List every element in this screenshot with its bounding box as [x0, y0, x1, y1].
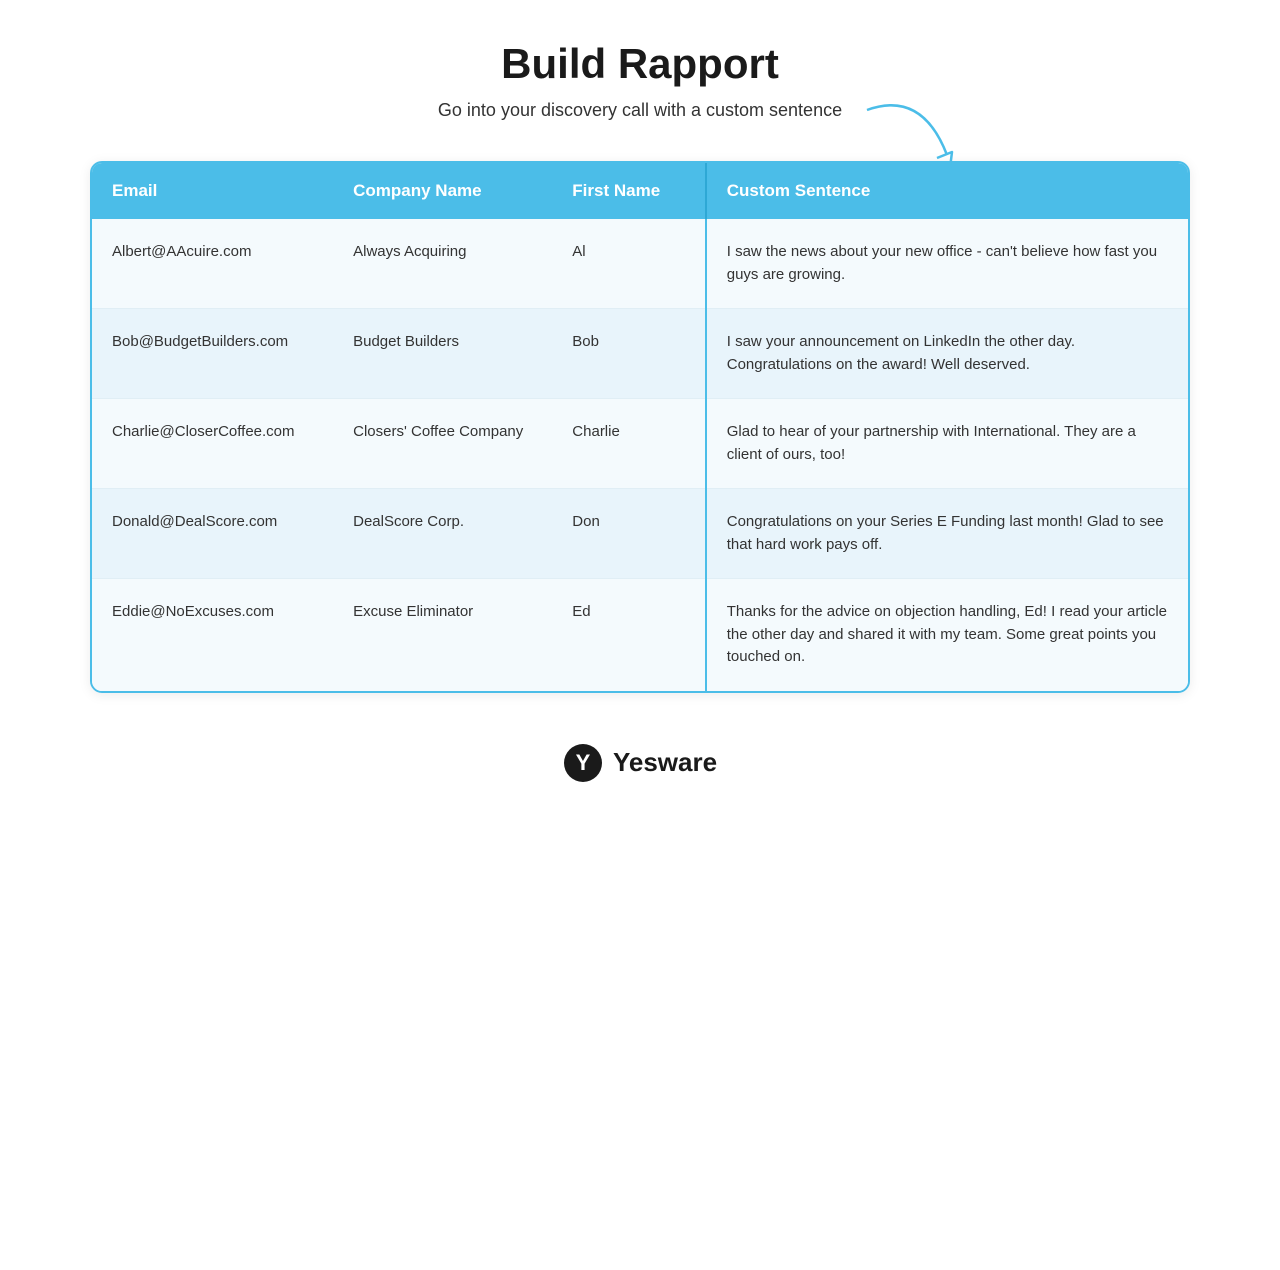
cell-firstname-2: Charlie: [552, 399, 705, 489]
cell-email-0: Albert@AAcuire.com: [92, 219, 333, 309]
data-table-container: Email Company Name First Name Custom Sen…: [90, 161, 1190, 693]
table-header-row: Email Company Name First Name Custom Sen…: [92, 163, 1188, 219]
page-wrapper: Build Rapport Go into your discovery cal…: [90, 40, 1190, 783]
cell-sentence-4: Thanks for the advice on objection handl…: [706, 579, 1188, 691]
cell-firstname-0: Al: [552, 219, 705, 309]
table-row: Eddie@NoExcuses.comExcuse EliminatorEdTh…: [92, 579, 1188, 691]
table-body: Albert@AAcuire.comAlways AcquiringAlI sa…: [92, 219, 1188, 691]
subtitle-text: Go into your discovery call with a custo…: [438, 100, 842, 121]
cell-firstname-4: Ed: [552, 579, 705, 691]
arrow-decoration: [862, 100, 962, 170]
header-company: Company Name: [333, 163, 552, 219]
svg-text:Y: Y: [576, 750, 591, 775]
table-row: Albert@AAcuire.comAlways AcquiringAlI sa…: [92, 219, 1188, 309]
table-row: Charlie@CloserCoffee.comClosers' Coffee …: [92, 399, 1188, 489]
header-email: Email: [92, 163, 333, 219]
subtitle-row: Go into your discovery call with a custo…: [438, 100, 842, 121]
header-firstname: First Name: [552, 163, 705, 219]
cell-email-3: Donald@DealScore.com: [92, 489, 333, 579]
logo-text: Yesware: [613, 747, 717, 778]
cell-company-0: Always Acquiring: [333, 219, 552, 309]
rapport-table: Email Company Name First Name Custom Sen…: [92, 163, 1188, 691]
cell-sentence-3: Congratulations on your Series E Funding…: [706, 489, 1188, 579]
cell-sentence-0: I saw the news about your new office - c…: [706, 219, 1188, 309]
cell-email-2: Charlie@CloserCoffee.com: [92, 399, 333, 489]
table-row: Donald@DealScore.comDealScore Corp.DonCo…: [92, 489, 1188, 579]
cell-email-1: Bob@BudgetBuilders.com: [92, 309, 333, 399]
cell-company-2: Closers' Coffee Company: [333, 399, 552, 489]
cell-company-3: DealScore Corp.: [333, 489, 552, 579]
yesware-logo-icon: Y: [563, 743, 603, 783]
cell-sentence-2: Glad to hear of your partnership with In…: [706, 399, 1188, 489]
cell-sentence-1: I saw your announcement on LinkedIn the …: [706, 309, 1188, 399]
cell-email-4: Eddie@NoExcuses.com: [92, 579, 333, 691]
cell-company-1: Budget Builders: [333, 309, 552, 399]
cell-company-4: Excuse Eliminator: [333, 579, 552, 691]
cell-firstname-3: Don: [552, 489, 705, 579]
page-title: Build Rapport: [501, 40, 779, 88]
table-row: Bob@BudgetBuilders.comBudget BuildersBob…: [92, 309, 1188, 399]
logo-area: Y Yesware: [563, 743, 717, 783]
header-sentence: Custom Sentence: [706, 163, 1188, 219]
cell-firstname-1: Bob: [552, 309, 705, 399]
